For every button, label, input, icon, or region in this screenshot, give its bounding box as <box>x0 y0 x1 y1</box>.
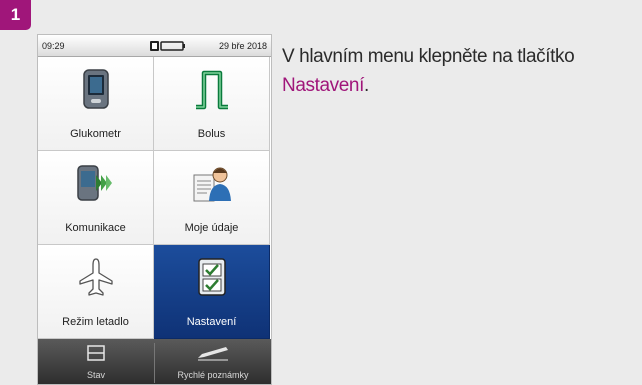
pencil-icon <box>198 347 228 361</box>
bolus-icon <box>196 70 228 110</box>
tile-nastaveni[interactable]: Nastavení <box>154 245 270 339</box>
instruction-main: V hlavním menu klepněte na tlačítko <box>282 46 575 67</box>
status-date: 29 bře 2018 <box>218 41 267 51</box>
tile-bolus[interactable]: Bolus <box>154 57 270 151</box>
status-bar: 09:29 29 bře 2018 <box>38 35 271 57</box>
status-button-label: Stav <box>86 370 105 380</box>
tile-label: Komunikace <box>65 222 126 234</box>
tile-label: Moje údaje <box>184 222 239 234</box>
connection-battery-icon <box>150 41 185 51</box>
my-data-icon <box>193 167 231 202</box>
status-button[interactable]: Stav <box>38 339 154 384</box>
instruction-panel: 1 09:29 29 bře 2018 Glukometr Bolus Komu… <box>0 0 642 385</box>
tile-glukometr[interactable]: Glukometr <box>38 57 154 151</box>
status-icon <box>87 345 105 361</box>
airplane-icon <box>79 258 113 296</box>
bottom-bar: Stav Rychlé poznámky <box>38 339 271 384</box>
status-time: 09:29 <box>42 41 65 51</box>
communication-icon <box>77 165 112 201</box>
tile-label: Bolus <box>197 128 226 140</box>
meter-screen: 09:29 29 bře 2018 Glukometr Bolus Komuni… <box>37 34 272 385</box>
tile-rezim-letadlo[interactable]: Režim letadlo <box>38 245 154 339</box>
instruction-text: V hlavním menu klepněte na tlačítko Nast… <box>282 42 638 100</box>
settings-highlight: Nastavení <box>282 75 364 96</box>
settings-checklist-icon <box>198 258 226 296</box>
tile-moje-udaje[interactable]: Moje údaje <box>154 151 270 245</box>
tile-label: Glukometr <box>70 128 121 140</box>
tile-label: Režim letadlo <box>62 316 129 328</box>
tile-label: Nastavení <box>186 316 237 328</box>
quick-notes-button[interactable]: Rychlé poznámky <box>155 339 271 384</box>
instruction-period: . <box>363 75 369 96</box>
main-menu-grid: Glukometr Bolus Komunikace Moje údaje Re… <box>38 57 271 339</box>
tile-komunikace[interactable]: Komunikace <box>38 151 154 245</box>
meter-icon <box>83 69 109 109</box>
quick-notes-label: Rychlé poznámky <box>177 370 249 380</box>
step-number-badge: 1 <box>0 0 31 30</box>
